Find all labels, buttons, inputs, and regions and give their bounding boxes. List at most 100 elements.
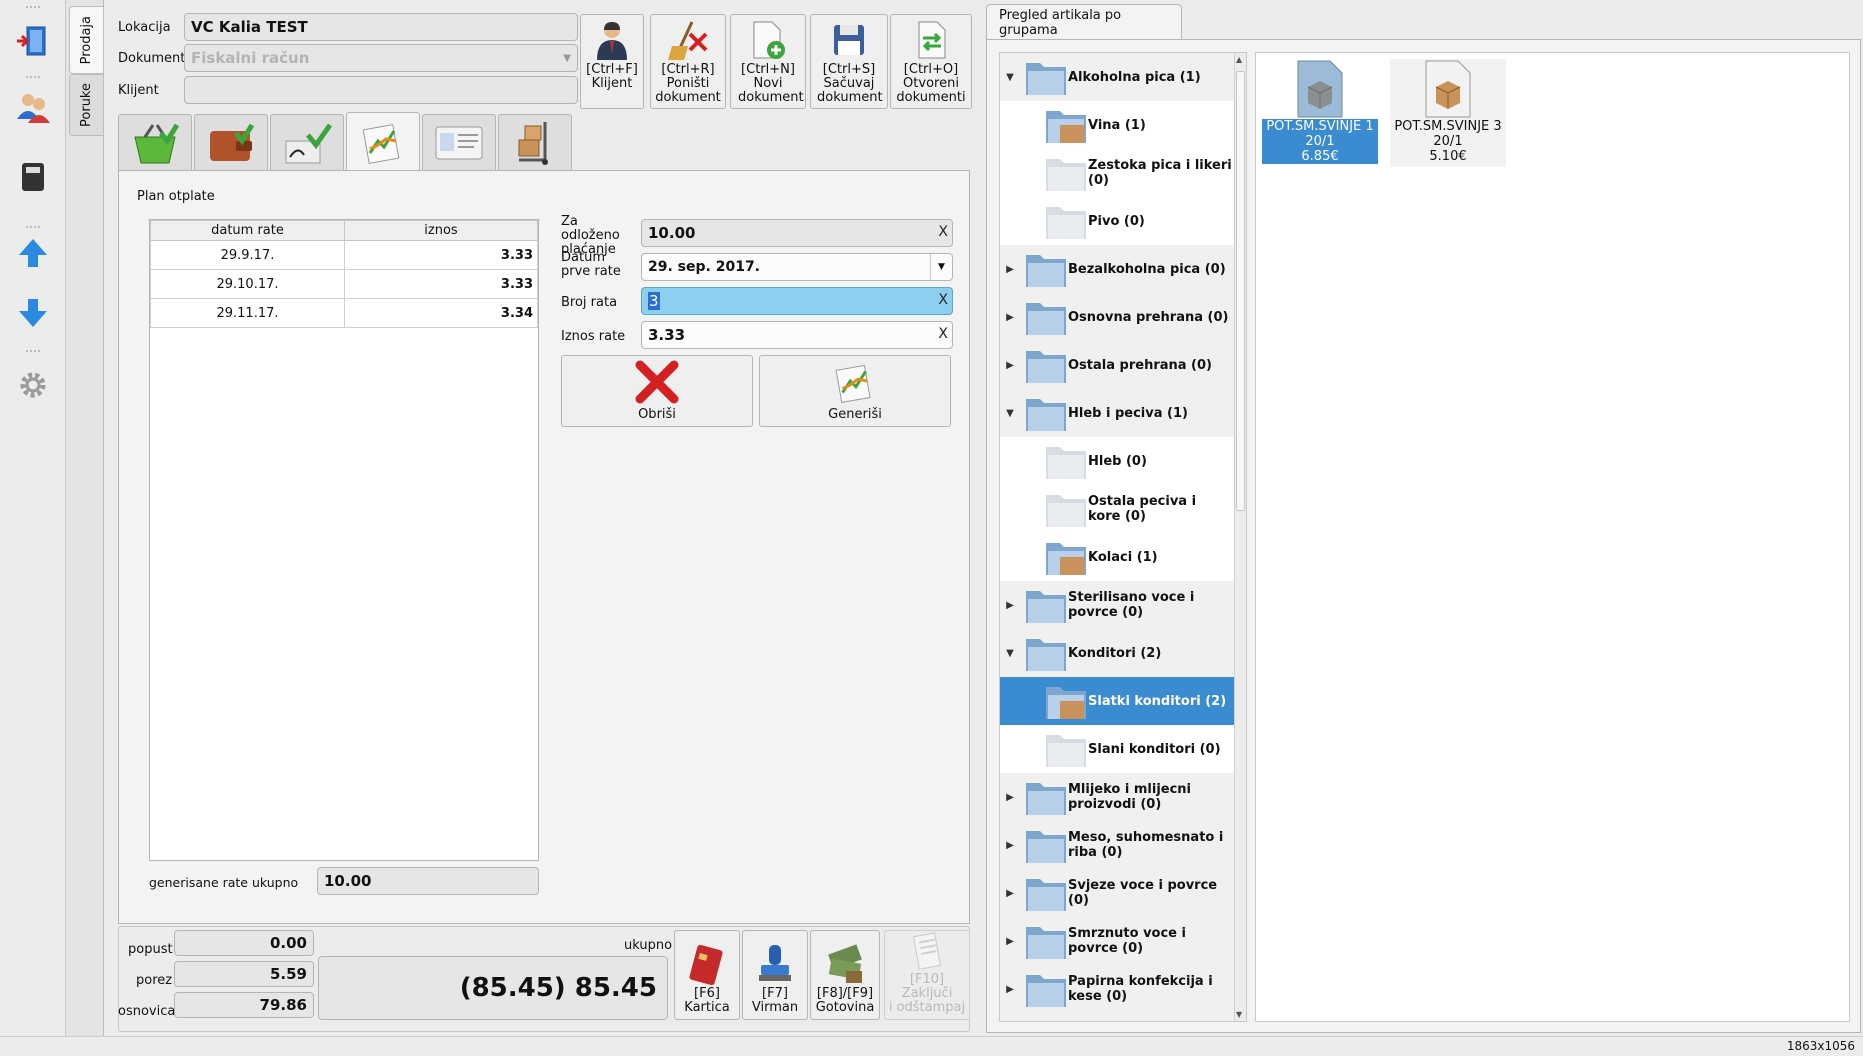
tree-group-item[interactable]: ▶ Svjeze voce i povrce (0)	[1000, 869, 1236, 917]
expand-right-icon[interactable]: ▶	[1004, 264, 1016, 275]
tab-installments[interactable]	[346, 112, 420, 170]
tab-cart[interactable]	[118, 114, 192, 170]
tree-subgroup-item[interactable]: Pivo (0)	[1000, 197, 1236, 245]
expand-right-icon[interactable]: ▶	[1004, 312, 1016, 323]
tree-group-item[interactable]: ▶ Papirna konfekcija i kese (0)	[1000, 965, 1236, 1013]
tab-id-card[interactable]	[422, 114, 496, 170]
tree-subgroup-item[interactable]: Kolaci (1)	[1000, 533, 1236, 581]
tree-group-item[interactable]: ▶ Sterilisano voce i povrce (0)	[1000, 581, 1236, 629]
scroll-down-icon[interactable]: ▼	[1236, 1010, 1242, 1019]
move-up-button[interactable]	[12, 232, 54, 274]
expand-right-icon[interactable]: ▶	[1004, 600, 1016, 611]
expand-right-icon[interactable]: ▶	[1004, 840, 1016, 851]
table-row[interactable]: 29.10.17. 3.33	[150, 269, 538, 299]
move-down-button[interactable]	[12, 292, 54, 334]
shortcut-text: [F10] Zaključi	[901, 972, 953, 1001]
tree-subgroup-item[interactable]: Zestoka pica i likeri (0)	[1000, 149, 1236, 197]
article-tile[interactable]: POT.SM.SVINJE 3 20/1 5.10€	[1390, 59, 1506, 167]
amount-cell[interactable]: 3.33	[344, 269, 538, 299]
tree-group-item[interactable]: ▼ Alkoholna pica (1)	[1000, 53, 1236, 101]
tab-wallet[interactable]	[194, 114, 268, 170]
delete-button[interactable]: Obriši	[561, 355, 753, 427]
amount-cell[interactable]: 3.34	[344, 298, 538, 328]
clear-button[interactable]: X	[938, 326, 948, 342]
date-cell[interactable]: 29.11.17.	[150, 298, 345, 328]
client-field[interactable]	[184, 76, 578, 104]
transfer-payment-button[interactable]: [F7] Virman	[742, 930, 808, 1020]
tree-group-item[interactable]: ▼ Konditori (2)	[1000, 629, 1236, 677]
sale-panel: Lokacija VC Kalia TEST Dokument Fiskalni…	[104, 0, 984, 1056]
card-payment-button[interactable]: [F6] Kartica	[674, 930, 740, 1020]
save-document-button[interactable]: [Ctrl+S] Sačuvaj dokument	[810, 14, 888, 109]
expand-right-icon[interactable]: ▶	[1004, 792, 1016, 803]
date-cell[interactable]: 29.10.17.	[150, 269, 345, 299]
expand-down-icon[interactable]: ▼	[1004, 72, 1016, 83]
expand-right-icon[interactable]: ▶	[1004, 936, 1016, 947]
left-toolbar	[0, 0, 66, 1056]
finish-and-print-button[interactable]: [F10] Zaključi i odštampaj	[884, 930, 970, 1020]
tab-articles-by-group[interactable]: Pregled artikala po grupama	[986, 4, 1182, 40]
expand-right-icon[interactable]: ▶	[1004, 888, 1016, 899]
installment-count-input[interactable]: 3 X	[641, 287, 953, 315]
client-button[interactable]: [Ctrl+F] Klijent	[580, 14, 644, 109]
clear-button[interactable]: X	[938, 292, 948, 308]
tab-signature[interactable]	[270, 114, 344, 170]
article-quantity: 20/1	[1433, 134, 1463, 149]
tree-subgroup-item[interactable]: Hleb (0)	[1000, 437, 1236, 485]
tree-group-item[interactable]: ▼ Hleb i peciva (1)	[1000, 389, 1236, 437]
tab-delivery[interactable]	[498, 114, 572, 170]
red-x-icon	[632, 357, 682, 407]
scroll-up-icon[interactable]: ▲	[1236, 55, 1242, 64]
open-documents-button[interactable]: [Ctrl+O] Otvoreni dokumenti	[890, 14, 972, 109]
installment-amount-field[interactable]: 3.33 X	[641, 321, 953, 349]
tree-subgroup-item[interactable]: Ostala peciva i kore (0)	[1000, 485, 1236, 533]
users-button[interactable]	[12, 86, 54, 128]
cash-payment-button[interactable]: [F8]/[F9] Gotovina	[810, 930, 880, 1020]
tree-subgroup-item[interactable]: Vina (1)	[1000, 101, 1236, 149]
column-header-amount[interactable]: iznos	[344, 220, 538, 241]
tree-subgroup-item[interactable]: Slatki konditori (2)	[1000, 677, 1236, 725]
expand-down-icon[interactable]: ▼	[1004, 648, 1016, 659]
amount-cell[interactable]: 3.33	[344, 240, 538, 270]
tree-group-item[interactable]: ▶ Smrznuto voce i povrce (0)	[1000, 917, 1236, 965]
tab-prodaja[interactable]: Prodaja	[69, 6, 103, 74]
expand-right-icon[interactable]: ▶	[1004, 360, 1016, 371]
article-grid[interactable]: POT.SM.SVINJE 1 20/1 6.85€ POT.SM.SVINJE…	[1255, 52, 1850, 1022]
first-installment-date-field[interactable]: 29. sep. 2017. ▼	[641, 253, 953, 281]
date-cell[interactable]: 29.9.17.	[150, 240, 345, 270]
tree-group-item[interactable]: ▶ Bezalkoholna pica (0)	[1000, 245, 1236, 293]
plan-table[interactable]: datum rate iznos 29.9.17. 3.33 29.10.17.…	[149, 219, 539, 861]
chart-document-icon	[830, 357, 880, 407]
document-select[interactable]: Fiskalni račun ▼	[184, 44, 578, 72]
location-field[interactable]: VC Kalia TEST	[184, 13, 578, 41]
expand-down-icon[interactable]: ▼	[1004, 408, 1016, 419]
new-document-button[interactable]: [Ctrl+N] Novi dokument	[730, 14, 806, 109]
cancel-document-button[interactable]: [Ctrl+R] Poništi dokument	[650, 14, 726, 109]
table-row[interactable]: 29.9.17. 3.33	[150, 240, 538, 270]
discount-label: popust	[128, 942, 173, 957]
group-tree[interactable]: ▼ Alkoholna pica (1) Vina (1) Zestoka pica …	[999, 52, 1247, 1022]
pos-terminal-button[interactable]	[12, 156, 54, 198]
table-row[interactable]: 29.11.17. 3.34	[150, 298, 538, 328]
clear-button[interactable]: X	[938, 224, 948, 240]
expand-right-icon[interactable]: ▶	[1004, 984, 1016, 995]
logout-button[interactable]	[12, 20, 54, 62]
scroll-thumb[interactable]	[1236, 71, 1245, 511]
settings-button[interactable]	[12, 364, 54, 406]
tree-group-item[interactable]: ▶ Mlijeko i mlijecni proizvodi (0)	[1000, 773, 1236, 821]
tree-group-item[interactable]: Proizvodi za	[1000, 1013, 1236, 1021]
chevron-down-icon[interactable]: ▼	[930, 254, 952, 280]
generate-button[interactable]: Generiši	[759, 355, 951, 427]
arrow-down-icon	[19, 299, 47, 327]
column-header-date[interactable]: datum rate	[150, 220, 345, 241]
tab-poruke[interactable]: Poruke	[69, 74, 103, 136]
tree-group-item[interactable]: ▶ Osnovna prehrana (0)	[1000, 293, 1236, 341]
deferred-payment-field[interactable]: 10.00 X	[641, 219, 953, 247]
tree-group-item[interactable]: ▶ Meso, suhomesnato i riba (0)	[1000, 821, 1236, 869]
folder-icon	[1026, 591, 1066, 623]
tree-group-item[interactable]: ▶ Ostala prehrana (0)	[1000, 341, 1236, 389]
signature-check-icon	[285, 123, 332, 163]
tree-subgroup-item[interactable]: Slani konditori (0)	[1000, 725, 1236, 773]
article-tile[interactable]: POT.SM.SVINJE 1 20/1 6.85€	[1262, 59, 1378, 167]
tree-scrollbar[interactable]: ▲ ▼	[1234, 53, 1246, 1021]
